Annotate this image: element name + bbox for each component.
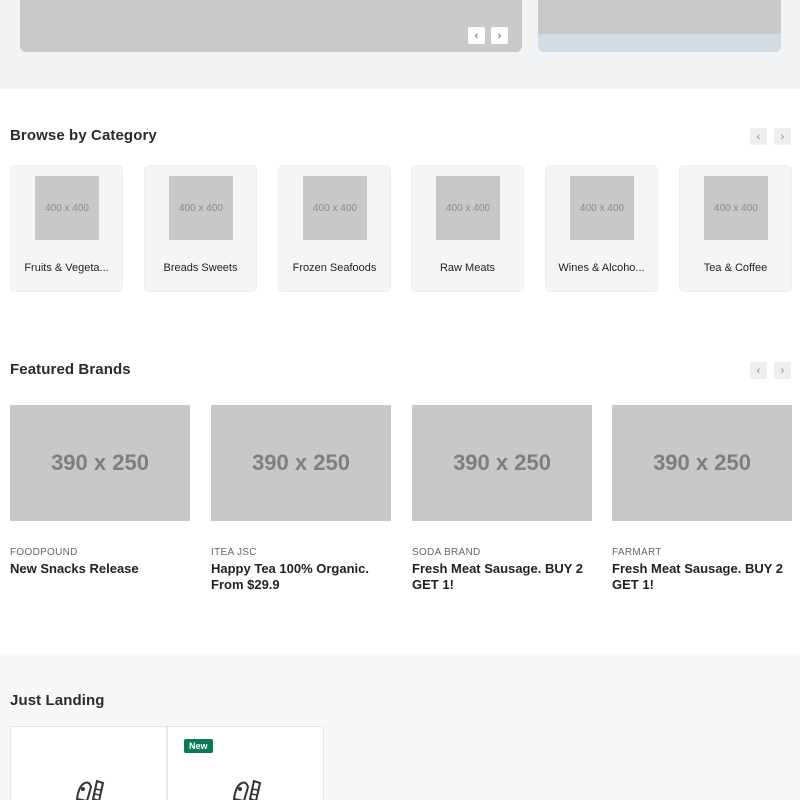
category-prev-button[interactable]: ‹	[750, 128, 767, 145]
category-label: Raw Meats	[439, 262, 496, 274]
brand-card[interactable]: 390 x 250 ITEA JSC Happy Tea 100% Organi…	[211, 405, 391, 593]
chevron-left-icon: ‹	[474, 29, 479, 42]
hero-next-button[interactable]: ›	[491, 27, 508, 44]
category-label: Breads Sweets	[163, 262, 238, 274]
brand-image[interactable]: 390 x 250	[10, 405, 190, 521]
category-image: 400 x 400	[570, 176, 634, 240]
category-card[interactable]: 400 x 400 Tea & Coffee	[679, 165, 792, 292]
brand-image[interactable]: 390 x 250	[412, 405, 592, 521]
category-image: 400 x 400	[169, 176, 233, 240]
brand-promo-title[interactable]: Fresh Meat Sausage. BUY 2 GET 1!	[412, 561, 592, 593]
brand-image[interactable]: 390 x 250	[211, 405, 391, 521]
brands-prev-button[interactable]: ‹	[750, 362, 767, 379]
bread-basket-icon	[75, 779, 105, 800]
category-label: Frozen Seafoods	[292, 262, 377, 274]
brand-name: ITEA JSC	[211, 547, 257, 558]
category-label: Wines & Alcoho...	[558, 262, 645, 274]
hero-main-slide[interactable]: ‹ ›	[20, 0, 522, 52]
category-label: Tea & Coffee	[703, 262, 768, 274]
brand-card[interactable]: 390 x 250 FARMART Fresh Meat Sausage. BU…	[612, 405, 792, 593]
hero-banner: ‹ ›	[0, 0, 800, 89]
category-card[interactable]: 400 x 400 Fruits & Vegeta...	[10, 165, 123, 292]
brand-card[interactable]: 390 x 250 FOODPOUND New Snacks Release	[10, 405, 190, 577]
category-image: 400 x 400	[436, 176, 500, 240]
brand-promo-title[interactable]: Fresh Meat Sausage. BUY 2 GET 1!	[612, 561, 792, 593]
new-badge: New	[184, 739, 213, 753]
landing-section-title: Just Landing	[10, 692, 105, 709]
brand-name: FARMART	[612, 547, 662, 558]
category-label: Fruits & Vegeta...	[24, 262, 109, 274]
hero-side-stripe	[538, 34, 781, 52]
brand-promo-title[interactable]: New Snacks Release	[10, 561, 190, 577]
brand-name: FOODPOUND	[10, 547, 78, 558]
category-section-title: Browse by Category	[10, 127, 157, 144]
category-next-button[interactable]: ›	[774, 128, 791, 145]
brand-name: SODA BRAND	[412, 547, 481, 558]
brands-next-button[interactable]: ›	[774, 362, 791, 379]
chevron-left-icon: ‹	[756, 364, 761, 377]
product-card[interactable]	[10, 726, 167, 800]
category-image: 400 x 400	[704, 176, 768, 240]
category-image: 400 x 400	[35, 176, 99, 240]
category-card[interactable]: 400 x 400 Breads Sweets	[144, 165, 257, 292]
brand-card[interactable]: 390 x 250 SODA BRAND Fresh Meat Sausage.…	[412, 405, 592, 593]
chevron-right-icon: ›	[780, 364, 785, 377]
category-card[interactable]: 400 x 400 Frozen Seafoods	[278, 165, 391, 292]
brand-promo-title[interactable]: Happy Tea 100% Organic. From $29.9	[211, 561, 391, 593]
chevron-right-icon: ›	[497, 29, 502, 42]
brand-image[interactable]: 390 x 250	[612, 405, 792, 521]
brands-section-title: Featured Brands	[10, 361, 131, 378]
product-card[interactable]: New	[167, 726, 324, 800]
bread-basket-icon	[232, 779, 262, 800]
chevron-right-icon: ›	[780, 130, 785, 143]
category-image: 400 x 400	[303, 176, 367, 240]
hero-prev-button[interactable]: ‹	[468, 27, 485, 44]
category-card[interactable]: 400 x 400 Wines & Alcoho...	[545, 165, 658, 292]
chevron-left-icon: ‹	[756, 130, 761, 143]
category-card[interactable]: 400 x 400 Raw Meats	[411, 165, 524, 292]
hero-side-banner[interactable]	[538, 0, 781, 52]
